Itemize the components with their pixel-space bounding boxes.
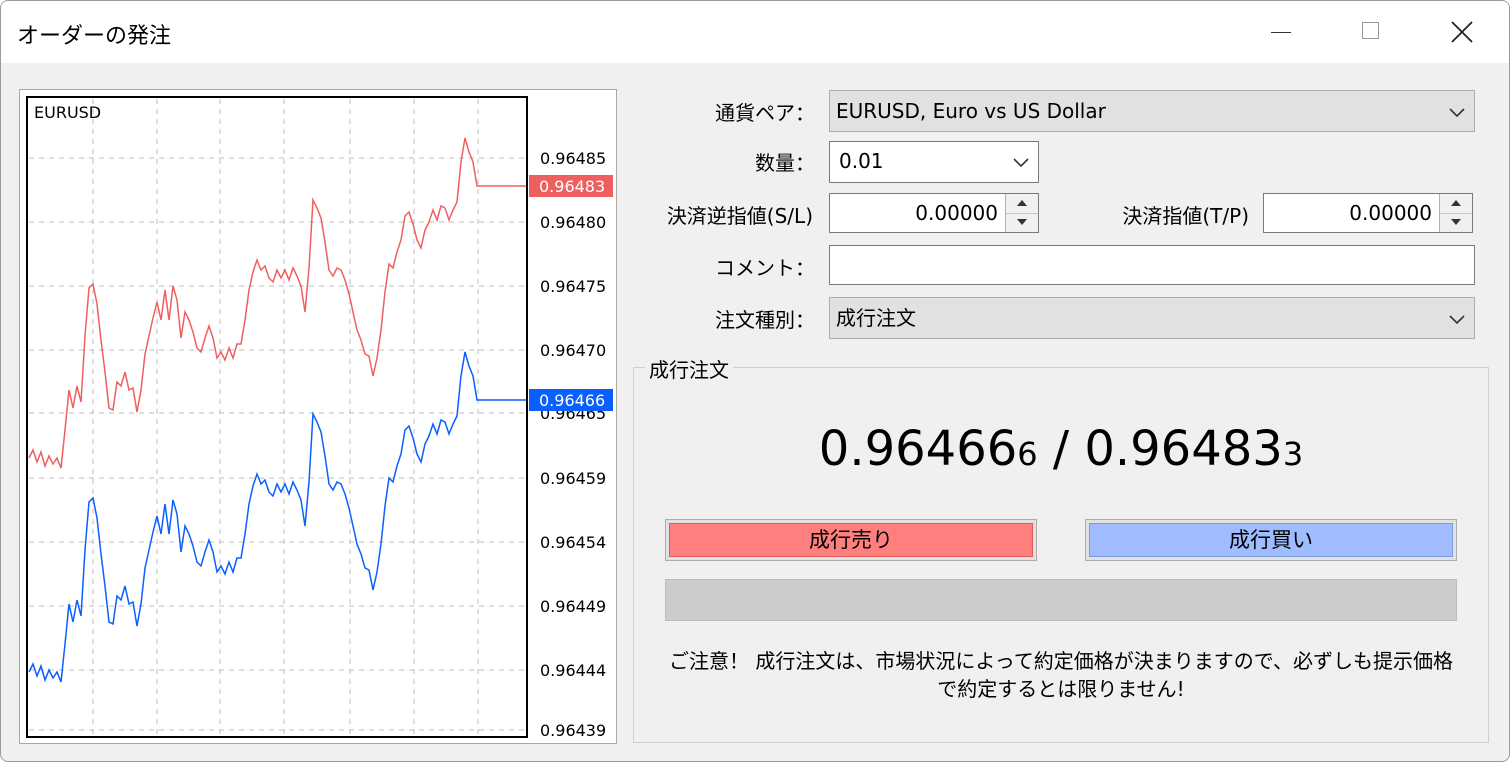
chevron-down-icon	[1449, 315, 1465, 325]
market-order-group-title: 成行注文	[645, 354, 733, 383]
volume-value: 0.01	[839, 149, 884, 173]
price-axis-label: 0.96475	[540, 277, 606, 296]
price-axis-label: 0.96444	[540, 661, 606, 680]
maximize-icon	[1362, 22, 1379, 39]
arrow-down-icon	[1451, 219, 1461, 225]
chart-symbol: EURUSD	[34, 103, 101, 122]
take-profit-value: 0.00000	[1349, 201, 1432, 225]
order-type-label: 注文種別：	[715, 308, 815, 332]
stop-loss-input[interactable]: 0.00000	[829, 193, 1039, 233]
arrow-up-icon	[1451, 200, 1461, 206]
market-order-notice: ご注意！ 成行注文は、市場状況によって約定価格が決まりますので、必ずしも提示価格…	[633, 647, 1489, 703]
take-profit-label: 決済指値(T/P)	[1122, 204, 1249, 228]
symbol-select[interactable]: EURUSD, Euro vs US Dollar	[829, 90, 1475, 132]
price-axis: 0.964850.964800.964750.964700.964650.964…	[540, 149, 606, 740]
order-type-value: 成行注文	[836, 306, 916, 330]
ask-price-tag: 0.96483	[539, 177, 605, 196]
comment-label: コメント：	[715, 256, 815, 280]
minimize-button[interactable]	[1233, 1, 1325, 63]
window-title: オーダーの発注	[17, 24, 172, 49]
bid-quote-pipette: 6	[1017, 435, 1038, 473]
stop-loss-up-button[interactable]	[1006, 194, 1038, 214]
ask-quote: 0.964833	[1084, 421, 1303, 477]
bid-price-tag: 0.96466	[539, 391, 605, 410]
tick-chart: EURUSD 0.96485 0.96480 0.96475 0.96470 0.964…	[19, 89, 617, 744]
maximize-button[interactable]	[1325, 1, 1417, 63]
symbol-label: 通貨ペア：	[715, 101, 815, 125]
minimize-icon	[1271, 32, 1291, 33]
price-axis-label: 0.96439	[540, 721, 606, 740]
chevron-down-icon	[1013, 158, 1029, 168]
arrow-up-icon	[1017, 200, 1027, 206]
volume-combo[interactable]: 0.01	[829, 141, 1039, 183]
arrow-down-icon	[1017, 219, 1027, 225]
buy-button-label: 成行買い	[1089, 523, 1453, 557]
quote-display: 0.964666 / 0.964833	[633, 421, 1489, 477]
notice-text: ご注意！ 成行注文は、市場状況によって約定価格が決まりますので、必ずしも提示価格…	[669, 649, 1453, 701]
close-icon	[1451, 21, 1473, 43]
bid-quote-main: 0.96466	[818, 421, 1018, 477]
sell-button-label: 成行売り	[669, 523, 1033, 557]
price-axis-label: 0.96449	[540, 597, 606, 616]
comment-input[interactable]	[829, 245, 1475, 285]
tick-chart-svg: EURUSD 0.96485 0.96480 0.96475 0.96470 0.964…	[26, 96, 613, 740]
take-profit-spinner[interactable]	[1439, 194, 1472, 232]
quote-separator: /	[1037, 421, 1085, 477]
stop-loss-spinner[interactable]	[1005, 194, 1038, 232]
stop-loss-value: 0.00000	[915, 201, 998, 225]
price-axis-label: 0.96470	[540, 341, 606, 360]
stop-loss-down-button[interactable]	[1006, 213, 1038, 232]
plot-area	[26, 96, 528, 738]
take-profit-up-button[interactable]	[1440, 194, 1472, 214]
ask-quote-pipette: 3	[1282, 435, 1304, 473]
sell-by-market-button[interactable]: 成行売り	[665, 519, 1037, 561]
take-profit-input[interactable]: 0.00000	[1263, 193, 1473, 233]
price-axis-label: 0.96459	[540, 469, 606, 488]
title-bar: オーダーの発注	[1, 1, 1509, 63]
buy-by-market-button[interactable]: 成行買い	[1085, 519, 1457, 561]
order-type-select[interactable]: 成行注文	[829, 297, 1475, 339]
take-profit-down-button[interactable]	[1440, 213, 1472, 232]
order-window: オーダーの発注 EURUSD 0.96485 0.96480 0.96475 0.96…	[0, 0, 1510, 762]
price-axis-label: 0.96480	[540, 213, 606, 232]
ask-quote-main: 0.96483	[1084, 421, 1283, 477]
volume-label: 数量：	[755, 151, 815, 175]
symbol-value: EURUSD, Euro vs US Dollar	[836, 99, 1106, 123]
bid-quote: 0.964666	[819, 421, 1038, 477]
stop-loss-label: 決済逆指値(S/L)	[666, 204, 813, 228]
chevron-down-icon	[1449, 108, 1465, 118]
close-button[interactable]	[1417, 1, 1509, 63]
price-axis-label: 0.96485	[540, 149, 606, 168]
execution-progress-bar	[665, 579, 1457, 621]
price-axis-label: 0.96454	[540, 533, 606, 552]
